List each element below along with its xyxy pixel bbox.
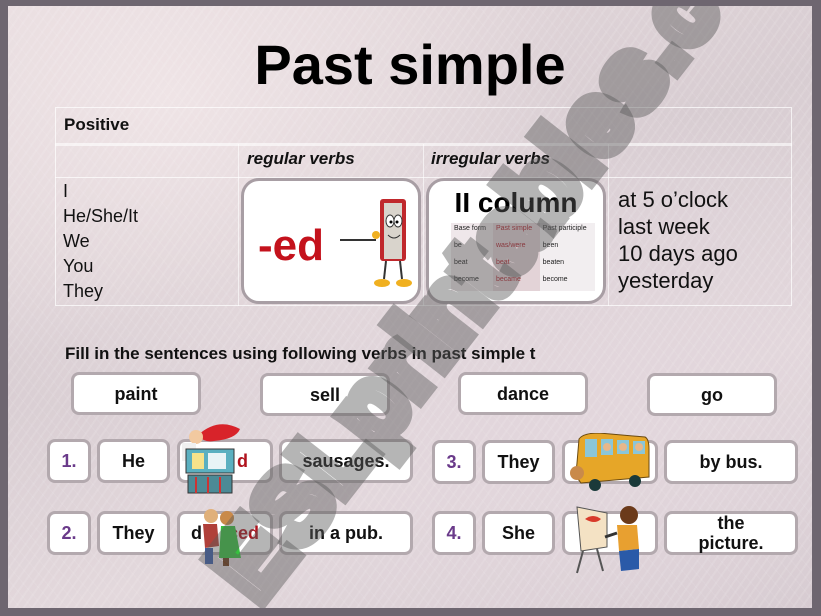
grammar-table: Positive regular verbs irregular verbs I… <box>55 107 792 306</box>
time-expression: at 5 o’clock <box>618 187 729 212</box>
table-column-line <box>238 144 239 306</box>
sausage-vendor-icon <box>182 424 240 494</box>
slide-title: Past simple <box>254 33 566 96</box>
column-header-irregular: irregular verbs <box>431 149 551 168</box>
regular-verbs-card: -ed <box>241 178 421 304</box>
verb-box-go[interactable]: go <box>647 373 777 416</box>
sentence-rest: the picture. <box>664 511 798 555</box>
school-bus-icon <box>570 433 650 491</box>
slide: Past simple Positive regular verbs irreg… <box>8 6 812 608</box>
table-cell: become <box>451 274 493 291</box>
sentence-number: 2. <box>47 511 91 555</box>
table-cell: become <box>539 274 595 291</box>
subject-item: We <box>63 231 90 251</box>
book-teacher-pointer-icon <box>372 199 412 287</box>
sentence-subject: They <box>482 440 555 484</box>
rest-label: the picture. <box>698 513 764 553</box>
rest-label: sausages. <box>302 451 390 471</box>
sentence-subject: They <box>97 511 170 555</box>
verb-label: dance <box>496 383 550 404</box>
sentence-subject: She <box>482 511 555 555</box>
table-cell: be <box>451 240 493 257</box>
table-row: be was/were been <box>451 240 595 257</box>
sentence-rest: in a pub. <box>279 511 413 555</box>
table-cell: Past simple <box>492 223 540 240</box>
verb-label: paint <box>114 383 158 404</box>
time-expression: last week <box>618 214 710 239</box>
subject-item: They <box>63 281 104 301</box>
table-cell: been <box>539 240 595 257</box>
dancing-couple-icon <box>203 509 241 566</box>
verb-label: sell <box>309 384 341 405</box>
subject-label: They <box>497 452 540 472</box>
subject-label: They <box>112 523 155 543</box>
irregular-verbs-card: II column Base form Past simple Past par… <box>426 178 606 304</box>
sentence-rest: sausages. <box>279 439 413 483</box>
subject-label: She <box>501 523 535 543</box>
table-cell: became <box>492 274 540 291</box>
sentence-number: 1. <box>47 439 91 483</box>
time-expressions: at 5 o’clock last week 10 days ago yeste… <box>618 186 738 294</box>
rest-label: in a pub. <box>309 523 383 543</box>
table-cell: Past participle <box>539 223 595 240</box>
sentence-number: 4. <box>432 511 476 555</box>
subject-list: I He/She/It We You They <box>63 179 138 304</box>
table-cell: beat <box>492 257 540 274</box>
table-cell: Base form <box>451 223 493 240</box>
table-row: beat beat beaten <box>451 257 595 274</box>
verb-label: go <box>701 384 723 405</box>
verb-box-paint[interactable]: paint <box>71 372 201 415</box>
column-header-regular: regular verbs <box>247 149 355 168</box>
sentence-subject: He <box>97 439 170 483</box>
verb-box-dance[interactable]: dance <box>458 372 588 415</box>
ii-column-title: II column <box>454 187 578 218</box>
irregular-verbs-mini-table: Base form Past simple Past participle be… <box>451 223 595 291</box>
number-label: 3. <box>446 452 462 472</box>
table-cell: beaten <box>539 257 595 274</box>
number-label: 2. <box>61 523 77 543</box>
table-row: Base form Past simple Past participle <box>451 223 595 240</box>
subject-label: He <box>121 451 145 471</box>
table-column-line <box>608 144 609 306</box>
pointer-stick <box>340 239 376 241</box>
number-label: 4. <box>446 523 462 543</box>
ed-suffix: -ed <box>258 221 324 270</box>
sentence-rest: by bus. <box>664 440 798 484</box>
table-cell: was/were <box>492 240 540 257</box>
subject-item: He/She/It <box>63 206 139 226</box>
table-column-line <box>423 144 424 306</box>
sentence-number: 3. <box>432 440 476 484</box>
time-expression: yesterday <box>618 268 714 293</box>
verb-box-sell[interactable]: sell <box>260 373 390 416</box>
subject-item: You <box>63 256 94 276</box>
exercise-instruction: Fill in the sentences using following ve… <box>65 344 536 363</box>
number-label: 1. <box>61 451 77 471</box>
painter-easel-icon <box>576 506 639 574</box>
time-expression: 10 days ago <box>618 241 738 266</box>
table-cell: beat <box>451 257 493 274</box>
table-row: become became become <box>451 274 595 291</box>
table-header-positive: Positive <box>64 115 130 134</box>
rest-label: by bus. <box>699 452 763 472</box>
subject-item: I <box>63 181 69 201</box>
